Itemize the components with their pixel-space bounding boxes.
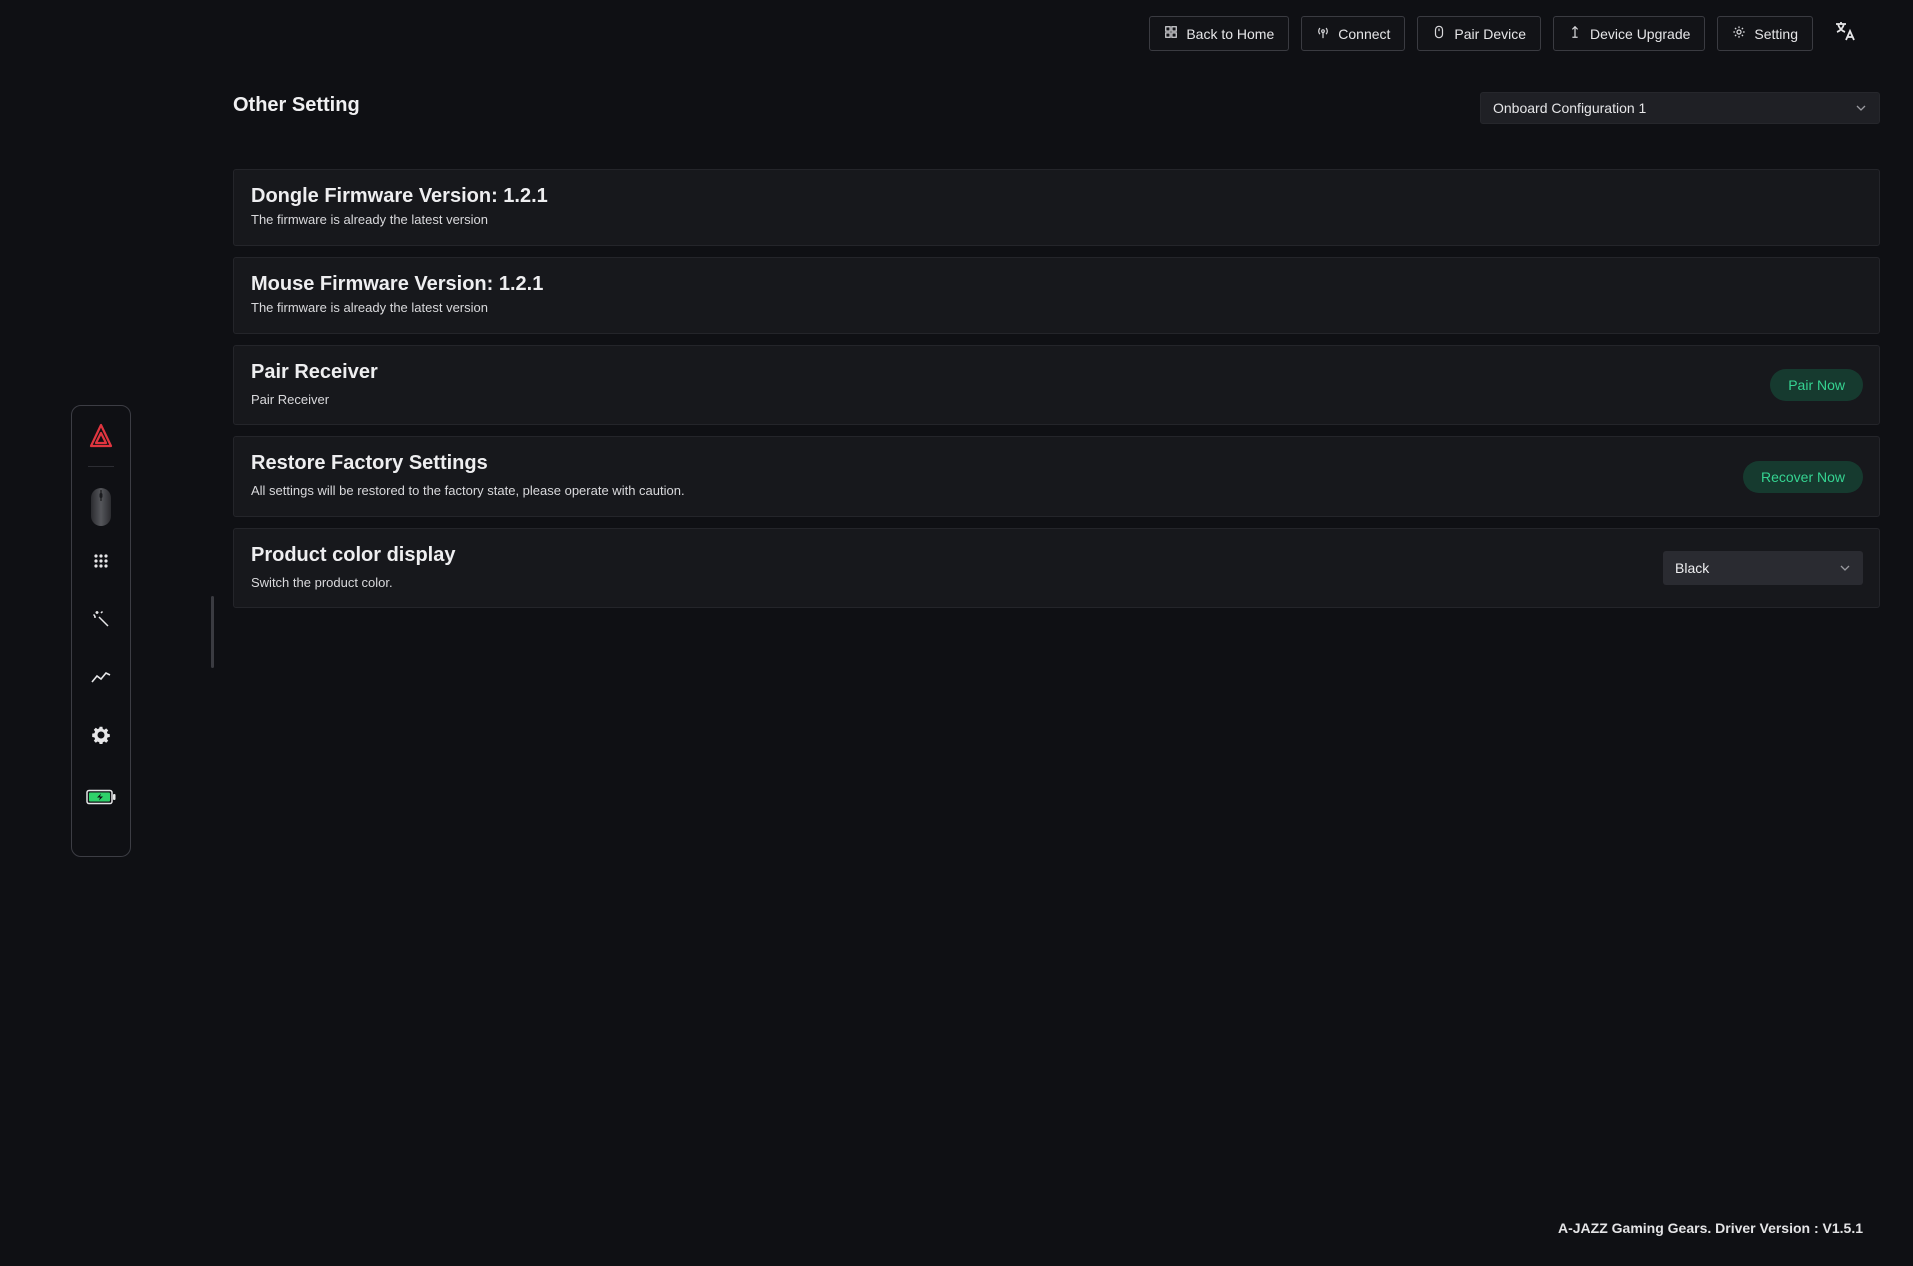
home-icon [1164,25,1178,42]
upgrade-arrow-icon [1568,25,1582,42]
dongle-firmware-title: Dongle Firmware Version: 1.2.1 [251,185,548,207]
sidebar-item-keys[interactable] [79,541,123,585]
chevron-down-icon [1855,102,1867,114]
a-jazz-logo-icon [88,423,114,454]
device-upgrade-label: Device Upgrade [1590,25,1691,42]
sidebar-divider [88,466,114,467]
onboard-config-select[interactable]: Onboard Configuration 1 [1480,92,1880,124]
mouse-firmware-desc: The firmware is already the latest versi… [251,300,488,315]
pair-receiver-title: Pair Receiver [251,361,378,383]
pair-device-button[interactable]: Pair Device [1417,16,1542,51]
sidebar-item-performance[interactable] [79,657,123,701]
product-color-desc: Switch the product color. [251,575,393,590]
sidebar-item-logo[interactable] [79,416,123,460]
back-to-home-button[interactable]: Back to Home [1149,16,1290,51]
product-color-value: Black [1675,560,1710,576]
grid-icon [93,553,109,574]
sidebar-item-settings[interactable] [79,715,123,759]
sidebar-item-lighting[interactable] [79,599,123,643]
gear-icon [1732,25,1746,42]
translate-icon [1833,19,1857,48]
pair-now-button[interactable]: Pair Now [1770,369,1863,401]
driver-version-footer: A-JAZZ Gaming Gears. Driver Version : V1… [1558,1220,1863,1236]
sidebar-item-mouse[interactable] [79,481,123,537]
mouse-firmware-title: Mouse Firmware Version: 1.2.1 [251,273,544,295]
sidebar-item-battery[interactable] [79,777,123,821]
device-upgrade-button[interactable]: Device Upgrade [1553,16,1706,51]
app-window: Back to Home Connect Pair Device Device … [0,0,1913,1266]
top-toolbar: Back to Home Connect Pair Device Device … [1149,16,1865,51]
language-button[interactable] [1825,16,1865,51]
gear-icon [92,726,110,749]
page-title: Other Setting [233,94,360,116]
battery-icon [86,789,116,810]
sidebar-collapse-handle[interactable] [211,596,214,668]
dongle-firmware-row: Dongle Firmware Version: 1.2.1 The firmw… [233,169,1880,246]
chevron-down-icon [1839,562,1851,574]
sidebar-nav [71,405,131,857]
config-select-value: Onboard Configuration 1 [1493,100,1647,116]
setting-label: Setting [1754,25,1798,42]
pair-receiver-desc: Pair Receiver [251,392,330,407]
mouse-firmware-row: Mouse Firmware Version: 1.2.1 The firmwa… [233,257,1880,334]
back-to-home-label: Back to Home [1186,25,1275,42]
connect-button[interactable]: Connect [1301,16,1406,51]
product-color-select[interactable]: Black [1663,551,1863,585]
magic-wand-icon [92,610,110,633]
mouse-outline-icon [1432,25,1446,42]
product-color-row: Product color display Switch the product… [233,528,1880,608]
connect-label: Connect [1338,25,1391,42]
line-chart-icon [91,670,111,689]
restore-factory-row: Restore Factory Settings All settings wi… [233,436,1880,517]
mouse-icon [90,487,112,532]
dongle-firmware-desc: The firmware is already the latest versi… [251,212,488,227]
restore-factory-desc: All settings will be restored to the fac… [251,483,685,498]
setting-button[interactable]: Setting [1717,16,1813,51]
recover-now-button[interactable]: Recover Now [1742,460,1863,493]
pair-receiver-row: Pair Receiver Pair Receiver Pair Now [233,345,1880,425]
pair-device-label: Pair Device [1454,25,1527,42]
restore-factory-title: Restore Factory Settings [251,452,488,474]
product-color-title: Product color display [251,544,456,566]
signal-icon [1316,25,1330,42]
settings-list: Dongle Firmware Version: 1.2.1 The firmw… [233,169,1880,619]
